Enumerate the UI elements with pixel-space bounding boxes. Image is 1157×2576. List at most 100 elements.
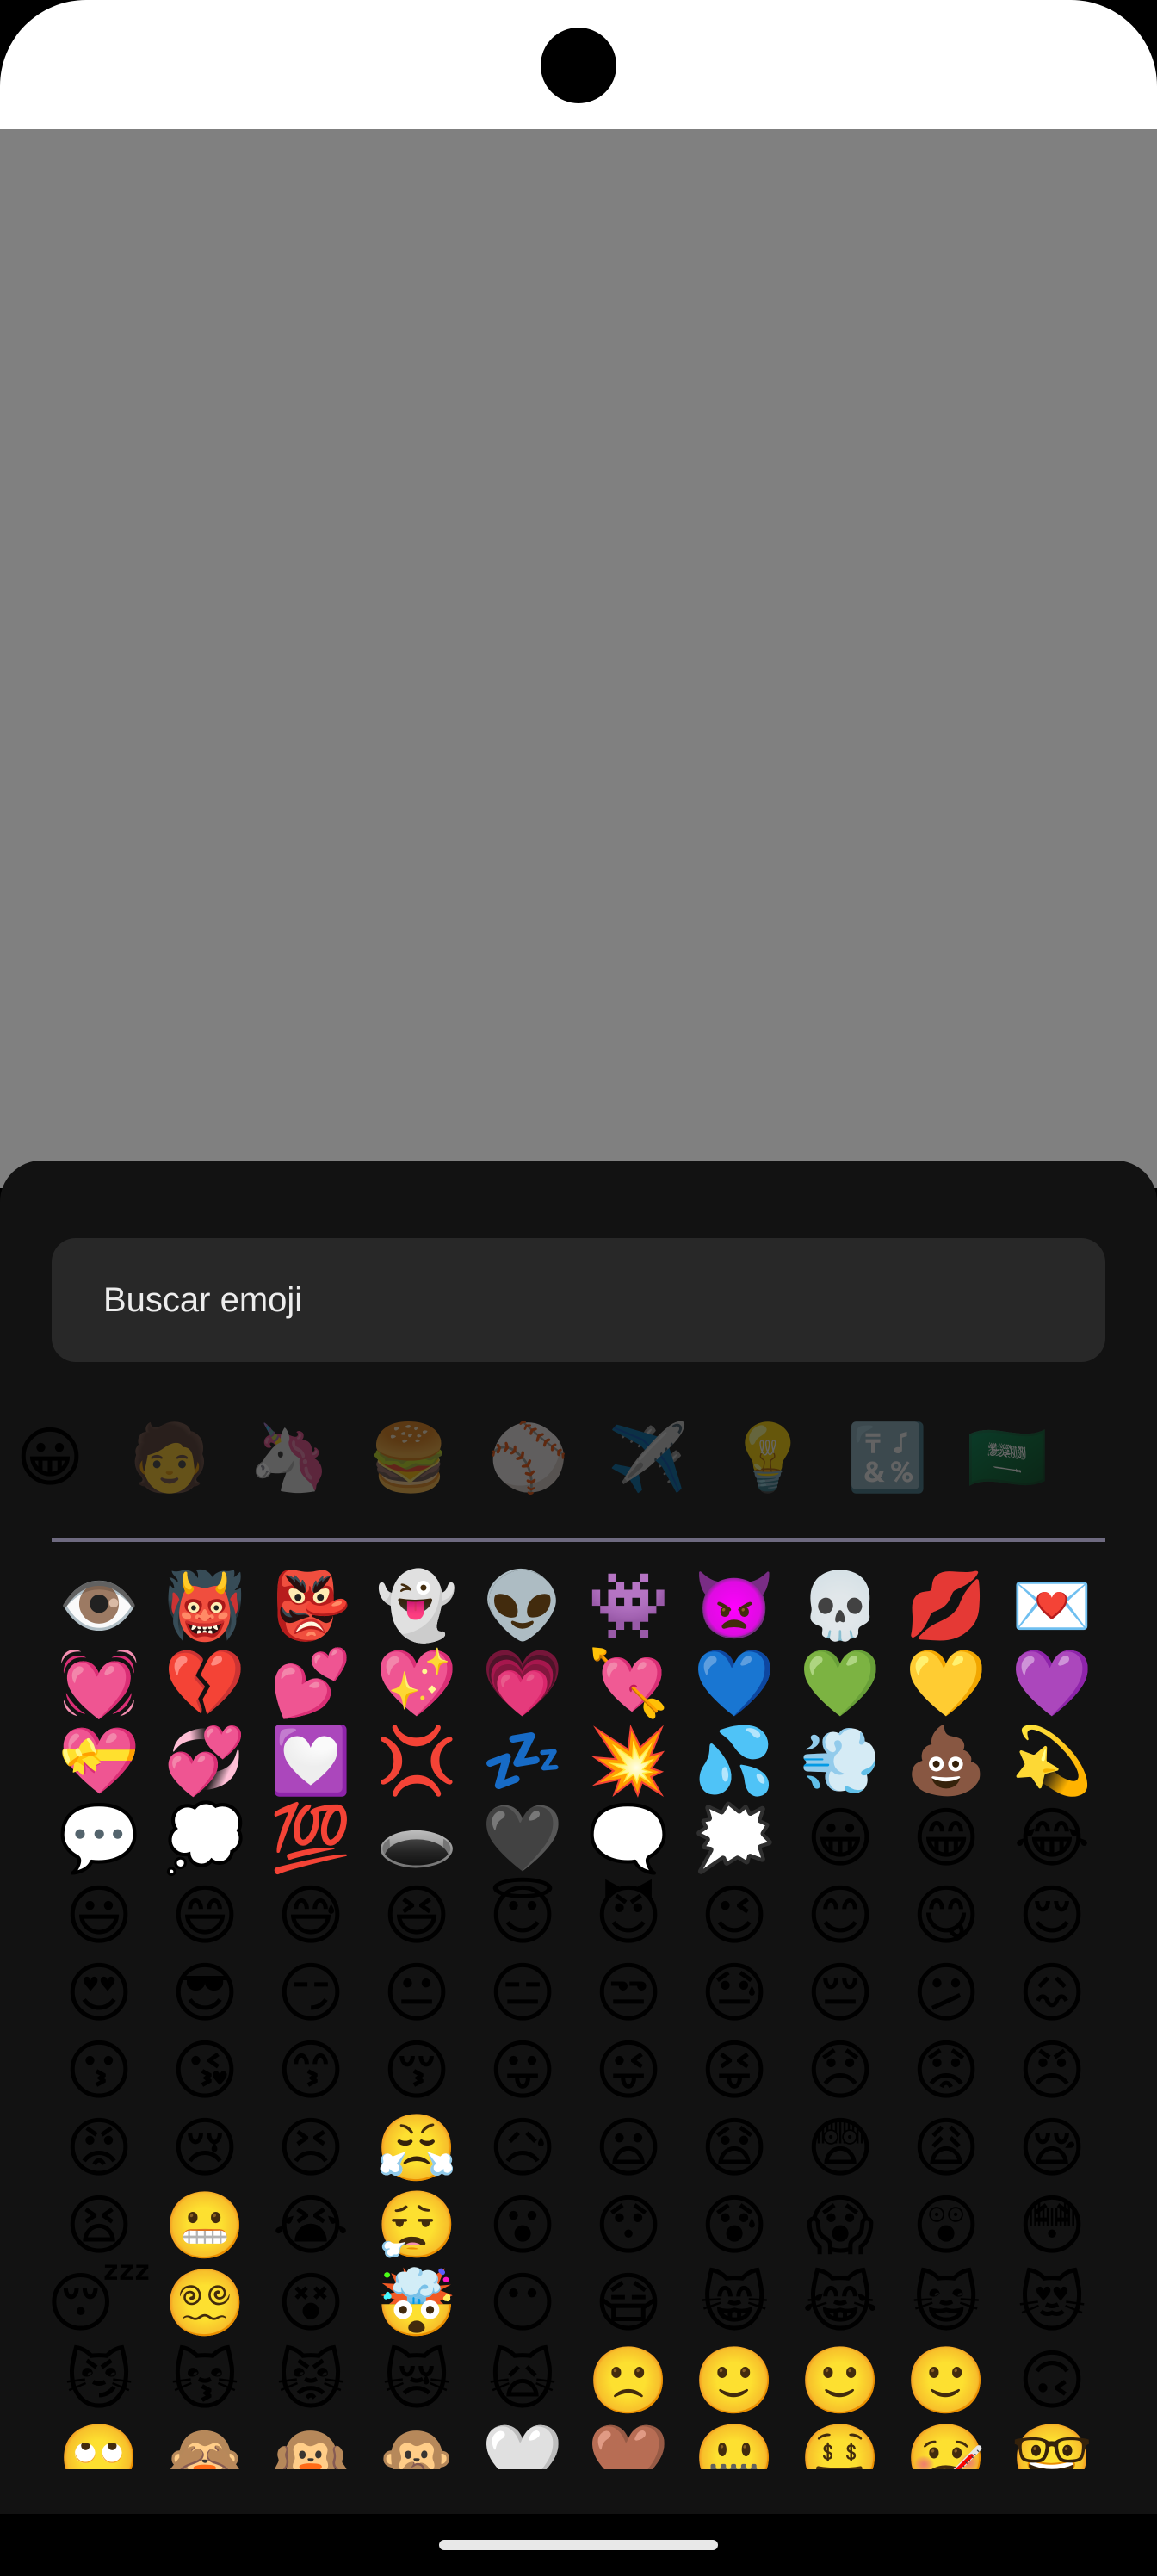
emoji-key[interactable]: 👽 [475,1567,570,1644]
emoji-key[interactable]: 💘 [581,1644,676,1722]
emoji-key[interactable]: 😱 [793,2187,888,2264]
emoji-key[interactable]: 👻 [369,1567,464,1644]
emoji-key[interactable]: 😲 [899,2187,993,2264]
emoji-key[interactable]: 💀 [793,1567,888,1644]
emoji-key[interactable]: 😎 [158,1954,252,2032]
category-tab-animals[interactable]: 🦄 [248,1410,331,1505]
emoji-key[interactable]: 😌 [1005,1877,1099,1954]
emoji-key[interactable]: 💤 [475,1722,570,1799]
emoji-key[interactable]: 😁 [899,1799,993,1877]
emoji-key[interactable]: 💩 [899,1722,993,1799]
emoji-key[interactable]: 💛 [899,1644,993,1722]
emoji-key[interactable]: 😘 [158,2032,252,2109]
emoji-key[interactable]: 💋 [899,1567,993,1644]
emoji-key[interactable]: 🙁 [581,2342,676,2419]
emoji-key[interactable]: 🗯️ [687,1799,782,1877]
emoji-key[interactable]: 🤐 [687,2419,782,2470]
emoji-key[interactable]: 💯 [263,1799,358,1877]
emoji-key[interactable]: 😛 [475,2032,570,2109]
emoji-key[interactable]: 😤 [369,2109,464,2187]
emoji-key[interactable]: 😒 [581,1954,676,2032]
emoji-key[interactable]: 😉 [687,1877,782,1954]
emoji-key[interactable]: 💫 [1005,1722,1099,1799]
emoji-key[interactable]: 😑 [475,1954,570,2032]
emoji-key[interactable]: 😍 [52,1954,146,2032]
emoji-key[interactable]: 🙉 [263,2419,358,2470]
emoji-key[interactable]: 😐 [369,1954,464,2032]
emoji-key[interactable]: 😓 [687,1954,782,2032]
emoji-key[interactable]: 😣 [263,2109,358,2187]
emoji-key[interactable]: 💚 [793,1644,888,1722]
emoji-key[interactable]: 🤒 [899,2419,993,2470]
emoji-key[interactable]: 😵‍💫 [158,2264,252,2342]
emoji-key[interactable]: 🤯 [369,2264,464,2342]
emoji-key[interactable]: 🕳️ [369,1799,464,1877]
emoji-key[interactable]: 😇 [475,1877,570,1954]
emoji-key[interactable]: 😶 [475,2264,570,2342]
emoji-key[interactable]: 😼 [52,2342,146,2419]
emoji-key[interactable]: 💢 [369,1722,464,1799]
emoji-key[interactable]: 💙 [687,1644,782,1722]
emoji-key[interactable]: 😹 [793,2264,888,2342]
emoji-key[interactable]: 🙂 [899,2342,993,2419]
emoji-key[interactable]: 💔 [158,1644,252,1722]
emoji-key[interactable]: 🙃 [1005,2342,1099,2419]
emoji-key[interactable]: 😔 [793,1954,888,2032]
emoji-key[interactable]: 😙 [263,2032,358,2109]
emoji-key[interactable]: 💞 [158,1722,252,1799]
emoji-key[interactable]: 💬 [52,1799,146,1877]
category-tab-symbols[interactable]: 🔣 [846,1410,929,1505]
emoji-key[interactable]: 😢 [158,2109,252,2187]
category-tab-travel[interactable]: ✈️ [607,1410,690,1505]
emoji-key[interactable]: 😰 [687,2187,782,2264]
emoji-key[interactable]: 😧 [687,2109,782,2187]
emoji-key[interactable]: 💕 [263,1644,358,1722]
emoji-key[interactable]: 😪 [1005,2109,1099,2187]
dimmed-background[interactable] [0,129,1157,1188]
emoji-key[interactable]: 🤎 [581,2419,676,2470]
emoji-key[interactable]: 🙂 [687,2342,782,2419]
emoji-key[interactable]: 😿 [369,2342,464,2419]
category-tab-food[interactable]: 🍔 [368,1410,450,1505]
emoji-key[interactable]: 💝 [52,1722,146,1799]
category-tab-flags[interactable]: 🇸🇦 [966,1410,1049,1505]
emoji-key[interactable]: 😩 [899,2109,993,2187]
emoji-key[interactable]: 😅 [263,1877,358,1954]
emoji-key[interactable]: 😦 [581,2109,676,2187]
emoji-key[interactable]: 🖤 [475,1799,570,1877]
emoji-key[interactable]: 😚 [369,2032,464,2109]
emoji-key[interactable]: 😾 [263,2342,358,2419]
emoji-key[interactable]: 😨 [793,2109,888,2187]
emoji-key[interactable]: 👺 [263,1567,358,1644]
category-tab-smileys[interactable]: 😀 [9,1410,91,1505]
emoji-key[interactable]: 😳 [1005,2187,1099,2264]
emoji-key[interactable]: 👹 [158,1567,252,1644]
home-gesture-handle[interactable] [439,2540,718,2550]
emoji-key[interactable]: 🗨️ [581,1799,676,1877]
emoji-key[interactable]: 😜 [581,2032,676,2109]
emoji-key[interactable]: 💦 [687,1722,782,1799]
emoji-key[interactable]: 😭 [263,2187,358,2264]
emoji-key[interactable]: 😃 [52,1877,146,1954]
emoji-key[interactable]: 🙂 [793,2342,888,2419]
emoji-key[interactable]: 👁️ [52,1567,146,1644]
emoji-key[interactable]: 😡 [52,2109,146,2187]
emoji-search-field[interactable]: Buscar emoji [52,1238,1105,1362]
emoji-key[interactable]: 😴 [52,2264,152,2342]
emoji-key[interactable]: 😠 [1005,2032,1099,2109]
emoji-key[interactable]: 💗 [475,1644,570,1722]
emoji-key[interactable]: 🙄 [52,2419,146,2470]
emoji-key[interactable]: 😄 [158,1877,252,1954]
category-tab-activities[interactable]: ⚾ [487,1410,570,1505]
emoji-key[interactable]: 😮 [475,2187,570,2264]
emoji-key[interactable]: 💜 [1005,1644,1099,1722]
emoji-key[interactable]: 😊 [793,1877,888,1954]
emoji-key[interactable]: 😥 [475,2109,570,2187]
emoji-key[interactable]: 🤍 [475,2419,570,2470]
emoji-key[interactable]: 🙊 [369,2419,464,2470]
emoji-key[interactable]: 😏 [263,1954,358,2032]
emoji-key[interactable]: 👿 [687,1567,782,1644]
emoji-key[interactable]: 😽 [158,2342,252,2419]
category-tab-objects[interactable]: 💡 [727,1410,809,1505]
emoji-key[interactable]: 😕 [899,1954,993,2032]
